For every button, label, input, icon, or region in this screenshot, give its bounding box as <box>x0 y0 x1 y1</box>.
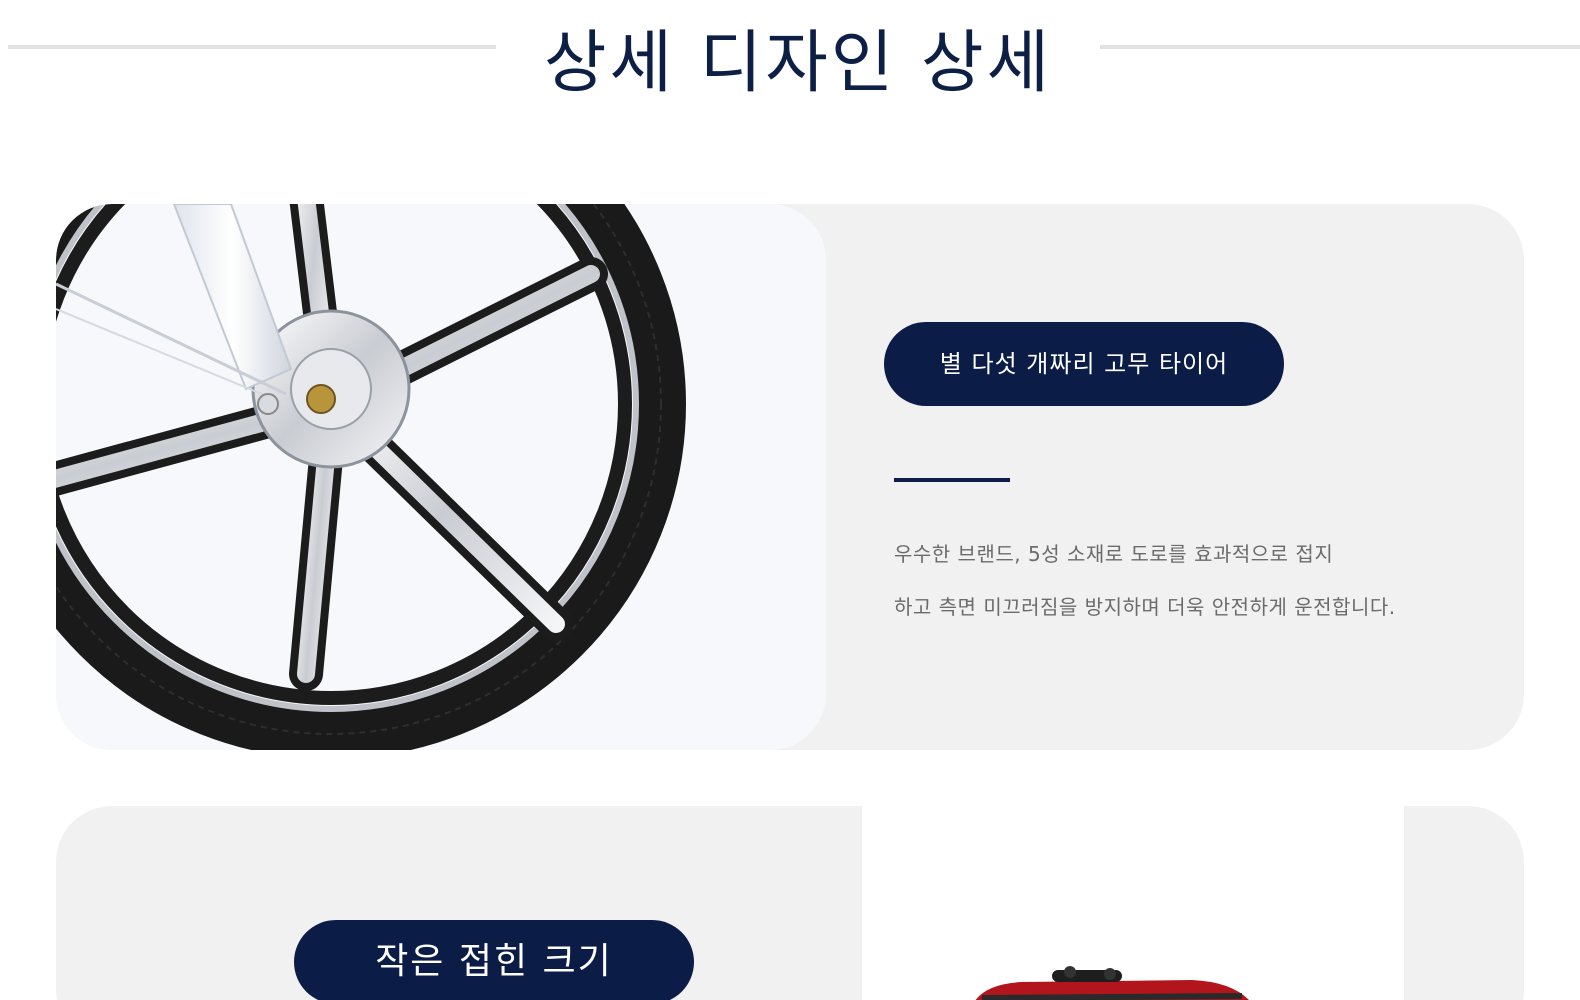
bicycle-wheel-icon <box>56 204 826 750</box>
feature-card-folded-size: 작은 접힌 크기 <box>56 806 1524 1000</box>
section-title: 상세 디자인 상세 <box>543 24 1053 103</box>
header-divider-left <box>8 45 496 49</box>
feature-card-tire: 별 다섯 개짜리 고무 타이어 우수한 브랜드, 5성 소재로 도로를 효과적으… <box>56 204 1524 750</box>
section-header: 상세 디자인 상세 <box>0 0 1580 110</box>
header-divider-right <box>1100 45 1580 49</box>
feature-title-badge: 작은 접힌 크기 <box>294 920 694 1000</box>
folded-bicycle-icon <box>862 806 1404 1000</box>
wheel-illustration <box>56 204 686 750</box>
folded-bike-illustration <box>975 966 1249 1000</box>
feature-title-badge: 별 다섯 개짜리 고무 타이어 <box>884 322 1284 406</box>
feature-description-line: 하고 측면 미끄러짐을 방지하며 더욱 안전하게 운전합니다. <box>894 595 1396 619</box>
accent-divider <box>894 478 1010 482</box>
feature-description-line: 우수한 브랜드, 5성 소재로 도로를 효과적으로 접지 <box>894 542 1334 566</box>
product-detail-page: 상세 디자인 상세 별 다섯 개짜리 고무 타이어 우수한 브랜드, 5성 소재… <box>0 0 1580 1000</box>
